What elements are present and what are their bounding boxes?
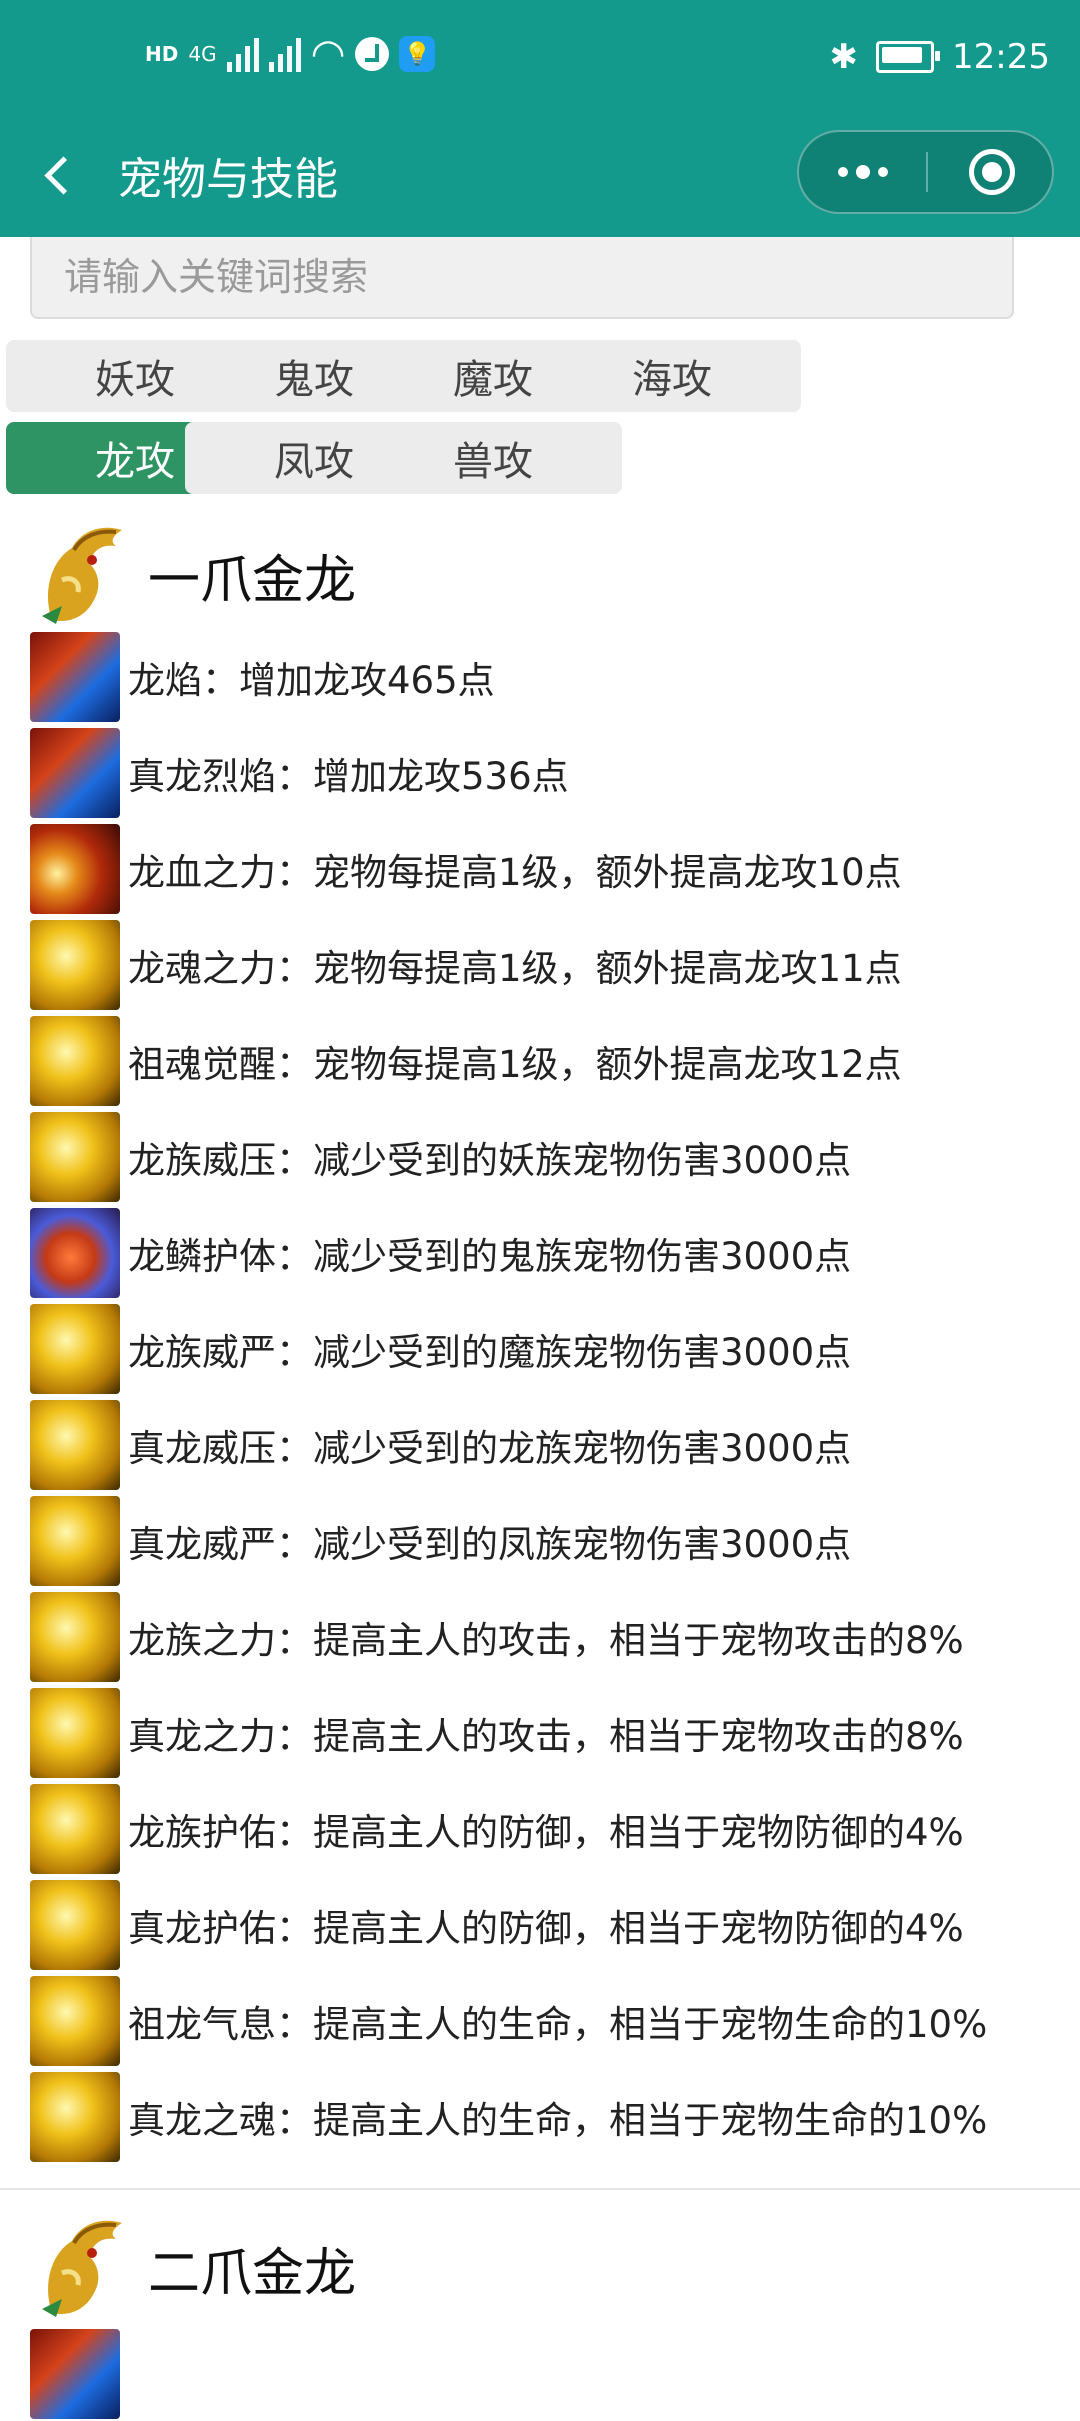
skill-text: 龙焰：增加龙攻465点 <box>128 659 495 702</box>
close-mini-program-icon[interactable] <box>969 149 1015 195</box>
bulb-app-icon: 💡 <box>399 36 436 72</box>
pet-header: 一爪金龙 <box>32 520 356 630</box>
flame-skill-icon <box>30 728 120 818</box>
status-left-icons: HD 4G ◠ 💡 <box>145 31 436 77</box>
wifi-icon: ◠ <box>310 31 346 77</box>
skill-text: 龙鳞护体：减少受到的鬼族宠物伤害3000点 <box>128 1235 852 1278</box>
more-options-icon[interactable] <box>799 132 926 212</box>
skill-text: 龙族威压：减少受到的妖族宠物伤害3000点 <box>128 1139 852 1182</box>
pet-name: 二爪金龙 <box>148 2243 357 2304</box>
scale-skill-icon <box>30 1208 120 1298</box>
blood-skill-icon <box>30 824 120 914</box>
gold-dragon-skill-icon <box>30 1304 120 1394</box>
gold-dragon-skill-icon <box>30 1688 120 1778</box>
skill-row: 龙魂之力：宠物每提高1级，额外提高龙攻11点 <box>30 918 902 1012</box>
app-notification-icon <box>355 37 390 71</box>
skill-row: 真龙之力：提高主人的攻击，相当于宠物攻击的8% <box>30 1686 964 1780</box>
gold-dragon-skill-icon <box>30 1400 120 1490</box>
page-title: 宠物与技能 <box>118 154 338 205</box>
gold-dragon-skill-icon <box>30 1880 120 1970</box>
tab-hai[interactable]: 海攻 <box>543 340 801 412</box>
skill-row: 真龙威压：减少受到的龙族宠物伤害3000点 <box>30 1398 851 1492</box>
skill-row: 祖魂觉醒：宠物每提高1级，额外提高龙攻12点 <box>30 1014 902 1108</box>
skill-text: 真龙护佑：提高主人的防御，相当于宠物防御的4% <box>128 1907 964 1950</box>
skill-text: 祖龙气息：提高主人的生命，相当于宠物生命的10% <box>128 2003 988 2046</box>
skill-text: 龙族之力：提高主人的攻击，相当于宠物攻击的8% <box>128 1619 964 1662</box>
bluetooth-icon: ✱ <box>829 37 859 77</box>
flame-skill-icon <box>30 2329 120 2419</box>
golden-dragon-icon <box>32 2213 136 2323</box>
skill-text: 龙血之力：宠物每提高1级，额外提高龙攻10点 <box>128 851 902 894</box>
status-right-icons: ✱ 12:25 <box>830 40 1050 74</box>
skill-row: 龙族护佑：提高主人的防御，相当于宠物防御的4% <box>30 1782 964 1876</box>
section-divider <box>0 2188 1080 2190</box>
search-box <box>30 237 1014 319</box>
skill-row: 龙族威严：减少受到的魔族宠物伤害3000点 <box>30 1302 851 1396</box>
gold-dragon-skill-icon <box>30 1976 120 2066</box>
skill-row: 真龙威严：减少受到的凤族宠物伤害3000点 <box>30 1494 851 1588</box>
gold-dragon-skill-icon <box>30 920 120 1010</box>
gold-dragon-skill-icon <box>30 1016 120 1106</box>
skill-row: 龙焰：增加龙攻465点 <box>30 630 495 724</box>
pet-name: 一爪金龙 <box>148 550 357 611</box>
search-input[interactable] <box>32 237 1012 317</box>
tab-shou[interactable]: 兽攻 <box>364 422 622 494</box>
skill-text: 真龙威严：减少受到的凤族宠物伤害3000点 <box>128 1523 852 1566</box>
back-arrow-icon[interactable] <box>38 148 82 208</box>
skill-text: 真龙之魂：提高主人的生命，相当于宠物生命的10% <box>128 2099 988 2142</box>
signal-2-icon <box>268 36 301 72</box>
skill-row: 真龙之魂：提高主人的生命，相当于宠物生命的10% <box>30 2070 987 2164</box>
skill-row: 龙鳞护体：减少受到的鬼族宠物伤害3000点 <box>30 1206 851 1300</box>
signal-icon <box>226 36 259 72</box>
gold-dragon-skill-icon <box>30 1592 120 1682</box>
pet-header: 二爪金龙 <box>32 2213 356 2323</box>
skill-row <box>30 2327 128 2421</box>
gold-dragon-skill-icon <box>30 1496 120 1586</box>
clock: 12:25 <box>952 37 1050 77</box>
skill-row: 龙族威压：减少受到的妖族宠物伤害3000点 <box>30 1110 851 1204</box>
network-type: 4G <box>188 42 217 66</box>
skill-text: 真龙之力：提高主人的攻击，相当于宠物攻击的8% <box>128 1715 964 1758</box>
skill-text: 龙魂之力：宠物每提高1级，额外提高龙攻11点 <box>128 947 902 990</box>
skill-text: 祖魂觉醒：宠物每提高1级，额外提高龙攻12点 <box>128 1043 902 1086</box>
skill-text: 真龙威压：减少受到的龙族宠物伤害3000点 <box>128 1427 852 1470</box>
flame-skill-icon <box>30 632 120 722</box>
gold-dragon-skill-icon <box>30 1112 120 1202</box>
hd-indicator: HD <box>145 42 179 66</box>
skill-row: 祖龙气息：提高主人的生命，相当于宠物生命的10% <box>30 1974 987 2068</box>
skill-row: 真龙烈焰：增加龙攻536点 <box>30 726 569 820</box>
skill-text: 真龙烈焰：增加龙攻536点 <box>128 755 569 798</box>
skill-text: 龙族护佑：提高主人的防御，相当于宠物防御的4% <box>128 1811 964 1854</box>
battery-icon <box>876 41 941 73</box>
status-bar: HD 4G ◠ 💡 ✱ 12:25 <box>0 0 1080 130</box>
skill-row: 龙族之力：提高主人的攻击，相当于宠物攻击的8% <box>30 1590 964 1684</box>
app-header: HD 4G ◠ 💡 ✱ 12:25 宠物与技能 <box>0 0 1080 237</box>
skill-row: 真龙护佑：提高主人的防御，相当于宠物防御的4% <box>30 1878 964 1972</box>
nav-bar: 宠物与技能 <box>0 130 1080 237</box>
gold-dragon-skill-icon <box>30 2072 120 2162</box>
skill-text: 龙族威严：减少受到的魔族宠物伤害3000点 <box>128 1331 852 1374</box>
golden-dragon-icon <box>32 520 136 630</box>
skill-row: 龙血之力：宠物每提高1级，额外提高龙攻10点 <box>30 822 902 916</box>
mini-program-capsule <box>797 130 1054 214</box>
capsule-divider <box>926 152 928 192</box>
gold-dragon-skill-icon <box>30 1784 120 1874</box>
